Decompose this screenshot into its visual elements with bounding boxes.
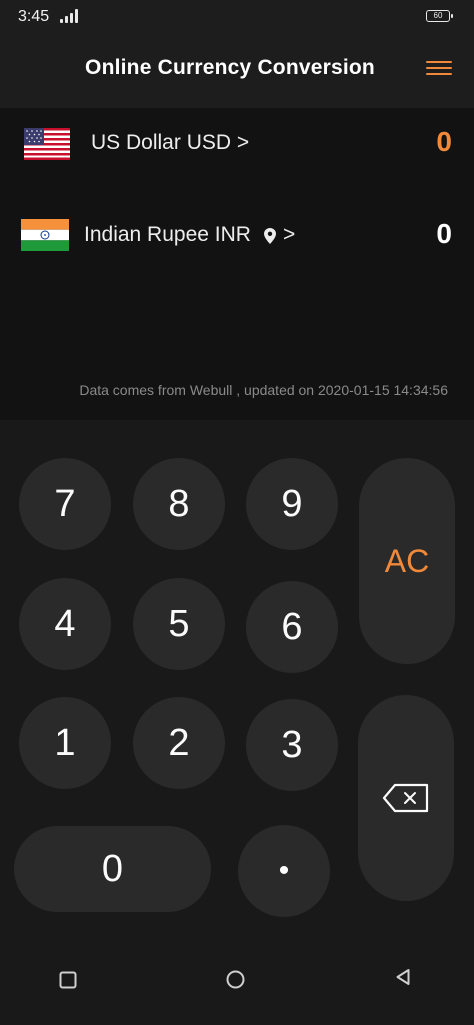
menu-icon[interactable] [426, 58, 452, 78]
key-1[interactable]: 1 [19, 697, 111, 789]
key-6[interactable]: 6 [246, 581, 338, 673]
key-2[interactable]: 2 [133, 697, 225, 789]
battery-level: 60 [433, 11, 443, 20]
backspace-button[interactable] [358, 695, 454, 901]
us-flag-icon [24, 128, 70, 160]
currency-row-usd[interactable]: US Dollar USD > 0 [0, 112, 474, 176]
key-3[interactable]: 3 [246, 699, 338, 791]
data-source-note: Data comes from Webull , updated on 2020… [79, 382, 448, 398]
key-7[interactable]: 7 [19, 458, 111, 550]
currency-value-inr: 0 [436, 218, 452, 249]
key-8[interactable]: 8 [133, 458, 225, 550]
decimal-point-button[interactable]: • [238, 825, 330, 917]
page-title: Online Currency Conversion [85, 56, 375, 79]
key-9[interactable]: 9 [246, 458, 338, 550]
location-pin-icon [264, 228, 276, 244]
key-4[interactable]: 4 [19, 578, 111, 670]
india-flag-icon [21, 219, 69, 251]
signal-icon [60, 9, 82, 23]
key-0[interactable]: 0 [14, 826, 211, 912]
home-icon[interactable] [226, 970, 245, 989]
currency-label-inr: Indian Rupee INR [84, 223, 251, 246]
currency-label-usd: US Dollar USD > [91, 131, 250, 154]
recent-apps-icon[interactable] [59, 971, 77, 989]
currency-arrow-inr: > [283, 223, 296, 246]
currency-panel: US Dollar USD > 0 Indian Rupee INR > 0 D… [0, 108, 474, 420]
app-header: Online Currency Conversion [0, 34, 474, 108]
clear-all-button[interactable]: AC [359, 458, 455, 664]
key-5[interactable]: 5 [133, 578, 225, 670]
status-bar: 3:45 60 [0, 0, 474, 34]
system-nav-bar [0, 945, 474, 1025]
status-time: 3:45 [18, 8, 50, 25]
battery-icon: 60 [426, 10, 453, 22]
currency-row-inr[interactable]: Indian Rupee INR > 0 [0, 204, 474, 268]
currency-value-usd: 0 [436, 126, 452, 157]
back-icon[interactable] [395, 968, 411, 986]
backspace-icon [382, 783, 429, 813]
